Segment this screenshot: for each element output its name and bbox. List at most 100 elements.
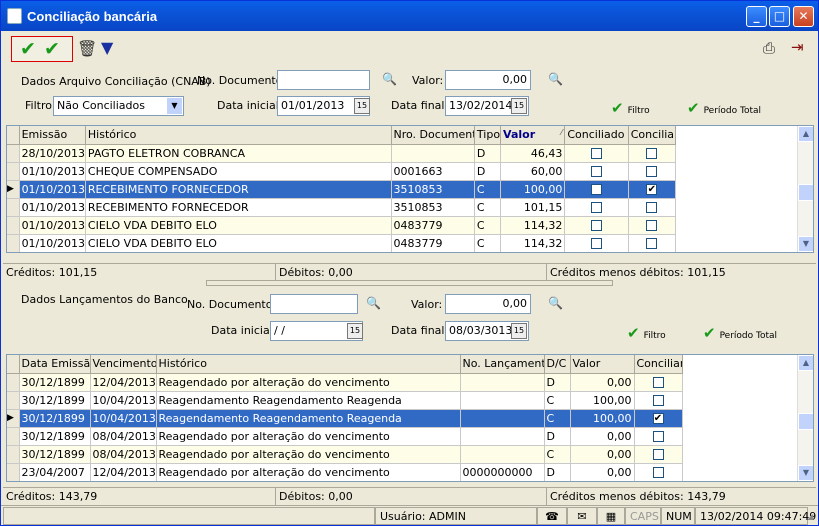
checkbox[interactable] bbox=[591, 202, 603, 213]
table-row[interactable]: 28/10/2013 PAGTO ELETRON COBRANCA D 46,43 bbox=[7, 144, 677, 163]
cell-conciliar[interactable]: ✔ bbox=[628, 180, 677, 199]
checkbox[interactable] bbox=[646, 238, 658, 249]
down-arrow-icon[interactable]: ▼ bbox=[101, 38, 113, 57]
checkbox[interactable] bbox=[652, 449, 664, 460]
arquivo-nodoc-input[interactable] bbox=[277, 70, 370, 90]
checkbox[interactable] bbox=[646, 166, 658, 177]
arquivo-periodo-button[interactable]: ✔ Período Total bbox=[687, 99, 761, 117]
col-conciliado[interactable]: Conciliado bbox=[564, 126, 629, 145]
col-data-emissao[interactable]: Data Emissão bbox=[19, 355, 91, 374]
cell-conciliado[interactable] bbox=[564, 234, 629, 252]
arquivo-valor-search-icon[interactable]: 🔍 bbox=[548, 72, 563, 86]
cell-data-emissao: 30/12/1899 bbox=[19, 409, 91, 428]
scroll-thumb[interactable] bbox=[798, 413, 813, 430]
trash-icon[interactable]: 🗑 bbox=[77, 39, 97, 58]
arquivo-valor-input[interactable]: 0,00 bbox=[445, 70, 531, 90]
banco-scrollbar[interactable]: ▲ ▼ bbox=[797, 355, 813, 481]
col-vencimento[interactable]: Vencimento bbox=[90, 355, 157, 374]
table-row[interactable]: 01/10/2013 CHEQUE COMPENSADO 0001663 D 60,00 bbox=[7, 162, 677, 181]
scroll-up-icon[interactable]: ▲ bbox=[798, 355, 813, 371]
col-dc[interactable]: D/C bbox=[544, 355, 571, 374]
cell-conciliar[interactable] bbox=[634, 445, 683, 464]
cell-conciliar[interactable] bbox=[634, 373, 683, 392]
table-row[interactable]: 01/10/2013 CIELO VDA DEBITO ELO 0483779 C 11… bbox=[7, 216, 677, 235]
col-valor[interactable]: Valor bbox=[570, 355, 635, 374]
cell-conciliar[interactable] bbox=[628, 144, 677, 163]
checkbox[interactable] bbox=[591, 184, 603, 195]
checkbox[interactable] bbox=[591, 166, 603, 177]
col-emissao[interactable]: Emissão bbox=[19, 126, 86, 145]
cell-conciliado[interactable] bbox=[564, 180, 629, 199]
scroll-up-icon[interactable]: ▲ bbox=[798, 126, 813, 142]
banco-data-inicial-calendar-icon[interactable]: 15 bbox=[347, 323, 363, 339]
resize-grip-icon[interactable]: ◢ bbox=[807, 512, 813, 521]
maximize-button[interactable]: □ bbox=[769, 6, 790, 27]
cell-conciliar[interactable] bbox=[628, 162, 677, 181]
arquivo-filtro-button[interactable]: ✔ Filtro bbox=[611, 99, 650, 117]
cell-conciliado[interactable] bbox=[564, 162, 629, 181]
arquivo-data-inicial-calendar-icon[interactable]: 15 bbox=[354, 98, 370, 114]
cell-conciliado[interactable] bbox=[564, 216, 629, 235]
confirm-icon[interactable]: ✔ bbox=[20, 38, 36, 60]
table-row[interactable]: 01/10/2013 CIELO VDA DEBITO ELO 0483779 C 11… bbox=[7, 234, 677, 252]
minimize-button[interactable]: _ bbox=[746, 6, 767, 27]
cell-conciliar[interactable] bbox=[634, 427, 683, 446]
checkbox[interactable] bbox=[591, 148, 603, 159]
banco-valor-search-icon[interactable]: 🔍 bbox=[548, 296, 563, 310]
arquivo-scrollbar[interactable]: ▲ ▼ bbox=[797, 126, 813, 252]
checkbox[interactable] bbox=[652, 467, 664, 478]
banco-data-final-calendar-icon[interactable]: 15 bbox=[511, 323, 527, 339]
printer-icon[interactable]: ⎙ bbox=[763, 39, 775, 57]
banco-nodoc-search-icon[interactable]: 🔍 bbox=[366, 296, 381, 310]
checkbox[interactable]: ✔ bbox=[646, 184, 658, 195]
banco-valor-input[interactable]: 0,00 bbox=[445, 294, 531, 314]
arquivo-data-final-calendar-icon[interactable]: 15 bbox=[511, 98, 527, 114]
arquivo-nodoc-search-icon[interactable]: 🔍 bbox=[382, 72, 397, 86]
cell-conciliar[interactable] bbox=[634, 463, 683, 481]
checkbox[interactable] bbox=[652, 377, 664, 388]
checkbox[interactable] bbox=[591, 220, 603, 231]
table-row[interactable]: ▶ 01/10/2013 RECEBIMENTO FORNECEDOR 3510853… bbox=[7, 180, 677, 199]
scroll-down-icon[interactable]: ▼ bbox=[798, 236, 813, 252]
col-conciliar[interactable]: Conciliar bbox=[628, 126, 677, 145]
scroll-down-icon[interactable]: ▼ bbox=[798, 465, 813, 481]
table-row[interactable]: 30/12/1899 10/04/2013 Reagendamento Reagen… bbox=[7, 391, 683, 410]
checkbox[interactable]: ✔ bbox=[652, 413, 664, 424]
splitter-handle[interactable] bbox=[206, 280, 613, 286]
cell-conciliar[interactable] bbox=[628, 198, 677, 217]
checkbox[interactable] bbox=[646, 220, 658, 231]
scroll-thumb[interactable] bbox=[798, 184, 813, 201]
exit-icon[interactable]: ⇥ bbox=[791, 38, 804, 56]
cell-conciliado[interactable] bbox=[564, 144, 629, 163]
table-row[interactable]: 30/12/1899 08/04/2013 Reagendado por alter… bbox=[7, 445, 683, 464]
banco-periodo-button[interactable]: ✔ Período Total bbox=[703, 324, 777, 342]
cell-conciliado[interactable] bbox=[564, 198, 629, 217]
checkbox[interactable] bbox=[652, 431, 664, 442]
banco-filtro-button[interactable]: ✔ Filtro bbox=[627, 324, 666, 342]
cell-conciliar[interactable]: ✔ bbox=[634, 409, 683, 428]
col-nro-documento[interactable]: Nro. Documento bbox=[391, 126, 475, 145]
chevron-down-icon[interactable]: ▼ bbox=[167, 98, 182, 114]
col-historico[interactable]: Histórico bbox=[85, 126, 392, 145]
col-conciliar[interactable]: Conciliar bbox=[634, 355, 683, 374]
col-valor[interactable]: Valor ⁄ bbox=[500, 126, 566, 145]
table-row[interactable]: ▶ 30/12/1899 10/04/2013 Reagendamento Reage… bbox=[7, 409, 683, 428]
filtro-select[interactable]: Não Conciliados ▼ bbox=[53, 96, 184, 116]
confirm-all-icon[interactable]: ✔ bbox=[44, 38, 60, 60]
col-no-lancamento[interactable]: No. Lançamento bbox=[460, 355, 545, 374]
col-tipo[interactable]: Tipo bbox=[474, 126, 502, 145]
banco-nodoc-input[interactable] bbox=[270, 294, 358, 314]
col-historico[interactable]: Histórico bbox=[156, 355, 461, 374]
cell-conciliar[interactable] bbox=[634, 391, 683, 410]
cell-conciliar[interactable] bbox=[628, 234, 677, 252]
table-row[interactable]: 30/12/1899 08/04/2013 Reagendado por alter… bbox=[7, 427, 683, 446]
checkbox[interactable] bbox=[646, 202, 658, 213]
close-button[interactable]: ✕ bbox=[793, 6, 814, 27]
checkbox[interactable] bbox=[646, 148, 658, 159]
checkbox[interactable] bbox=[652, 395, 664, 406]
checkbox[interactable] bbox=[591, 238, 603, 249]
table-row[interactable]: 30/12/1899 12/04/2013 Reagendado por alter… bbox=[7, 373, 683, 392]
table-row[interactable]: 23/04/2007 12/04/2013 Reagendado por alter… bbox=[7, 463, 683, 481]
cell-conciliar[interactable] bbox=[628, 216, 677, 235]
table-row[interactable]: 01/10/2013 RECEBIMENTO FORNECEDOR 3510853 C… bbox=[7, 198, 677, 217]
